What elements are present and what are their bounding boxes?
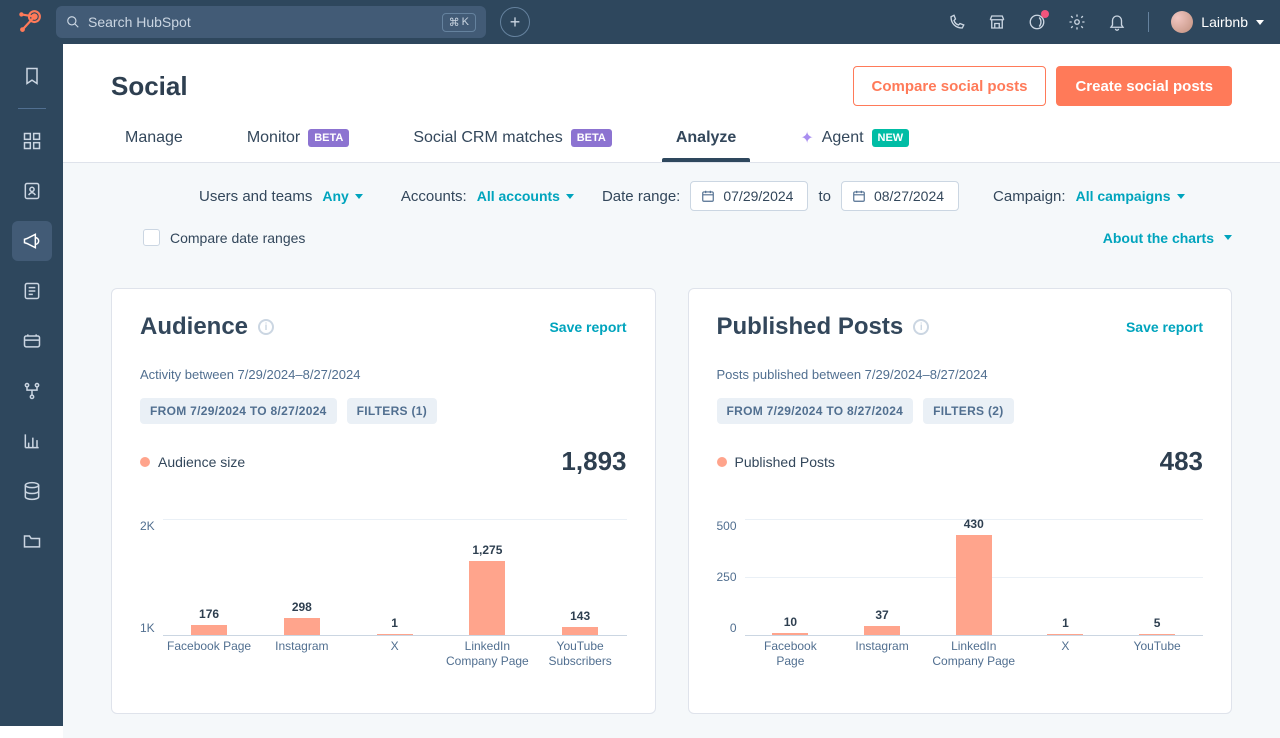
calendar-icon <box>701 189 715 203</box>
chart-bar[interactable]: 10 <box>772 633 808 635</box>
page-title: Social <box>111 71 188 102</box>
nav-separator <box>18 108 46 109</box>
published-total: 483 <box>1160 446 1203 477</box>
card-audience: Audience i Save report Activity between … <box>111 288 656 714</box>
beta-badge: BETA <box>308 129 349 147</box>
tabs: Manage MonitorBETA Social CRM matchesBET… <box>63 106 1280 163</box>
date-from-input[interactable]: 07/29/2024 <box>690 181 808 211</box>
copilot-icon[interactable] <box>1028 13 1046 31</box>
account-menu[interactable]: Lairbnb <box>1171 11 1264 33</box>
card-published: Published Posts i Save report Posts publ… <box>688 288 1233 714</box>
compare-date-ranges[interactable]: Compare date ranges <box>143 229 305 246</box>
chevron-down-icon <box>566 194 574 199</box>
card-title: Audience <box>140 313 248 341</box>
notification-dot-icon <box>1041 10 1049 18</box>
nav-marketing[interactable] <box>12 221 52 261</box>
chart-bar[interactable]: 5 <box>1139 634 1175 635</box>
nav-crm[interactable] <box>12 171 52 211</box>
chevron-down-icon <box>1177 194 1185 199</box>
chart-bar[interactable]: 430 <box>956 535 992 635</box>
legend-dot-icon <box>140 457 150 467</box>
tab-analyze[interactable]: Analyze <box>662 129 750 161</box>
chart-bar[interactable]: 176 <box>191 625 227 635</box>
compare-posts-button[interactable]: Compare social posts <box>853 66 1047 106</box>
beta-badge: BETA <box>571 129 612 147</box>
hubspot-logo[interactable] <box>16 9 42 35</box>
chevron-down-icon <box>1256 20 1264 25</box>
sparkle-icon: ✦ <box>800 128 813 148</box>
search-shortcut: ⌘ K <box>442 13 476 32</box>
nav-data[interactable] <box>12 471 52 511</box>
tab-agent[interactable]: ✦ Agent NEW <box>786 128 923 162</box>
main: Social Compare social posts Create socia… <box>63 44 1280 726</box>
legend-dot-icon <box>717 457 727 467</box>
nav-commerce[interactable] <box>12 321 52 361</box>
chart-bar[interactable]: 143 <box>562 627 598 635</box>
chart-bar[interactable]: 37 <box>864 626 900 635</box>
legend-label: Published Posts <box>735 454 835 470</box>
card-subtitle: Activity between 7/29/2024–8/27/2024 <box>140 367 627 382</box>
avatar <box>1171 11 1193 33</box>
topnav-divider <box>1148 12 1149 32</box>
card-subtitle: Posts published between 7/29/2024–8/27/2… <box>717 367 1204 382</box>
page-header: Social Compare social posts Create socia… <box>63 44 1280 106</box>
filter-bar-row2: Compare date ranges About the charts <box>63 229 1280 264</box>
settings-icon[interactable] <box>1068 13 1086 31</box>
create-button[interactable]: + <box>500 7 530 37</box>
filter-campaign[interactable]: Campaign: All campaigns <box>993 188 1184 205</box>
global-search[interactable]: Search HubSpot ⌘ K <box>56 6 486 38</box>
account-name: Lairbnb <box>1201 14 1248 30</box>
tab-social-crm[interactable]: Social CRM matchesBETA <box>399 129 626 161</box>
chevron-down-icon <box>1224 235 1232 240</box>
filter-users-teams[interactable]: Users and teams Any <box>199 188 363 205</box>
published-chart: 5002500103743015Facebook PageInstagramLi… <box>717 519 1204 689</box>
create-posts-button[interactable]: Create social posts <box>1056 66 1232 106</box>
filter-bar: Users and teams Any Accounts: All accoun… <box>63 163 1280 229</box>
audience-chart: 2K1K17629811,275143Facebook PageInstagra… <box>140 519 627 689</box>
about-charts-link[interactable]: About the charts <box>1103 230 1232 246</box>
chevron-down-icon <box>355 194 363 199</box>
chart-bar[interactable]: 1 <box>1047 634 1083 635</box>
calendar-icon <box>852 189 866 203</box>
chart-bar[interactable]: 298 <box>284 618 320 635</box>
save-report-link[interactable]: Save report <box>1126 319 1203 335</box>
leftnav <box>0 44 63 726</box>
chip-date-range[interactable]: FROM 7/29/2024 TO 8/27/2024 <box>140 398 337 424</box>
date-to-input[interactable]: 08/27/2024 <box>841 181 959 211</box>
tab-manage[interactable]: Manage <box>111 129 197 161</box>
notifications-icon[interactable] <box>1108 13 1126 31</box>
nav-library[interactable] <box>12 521 52 561</box>
nav-automation[interactable] <box>12 371 52 411</box>
info-icon[interactable]: i <box>913 319 929 335</box>
nav-reporting[interactable] <box>12 421 52 461</box>
topnav-right: Lairbnb <box>948 11 1264 33</box>
search-icon <box>66 15 80 29</box>
marketplace-icon[interactable] <box>988 13 1006 31</box>
chip-filters[interactable]: FILTERS (2) <box>923 398 1013 424</box>
nav-content[interactable] <box>12 271 52 311</box>
topnav: Search HubSpot ⌘ K + Lairbnb <box>0 0 1280 44</box>
phone-icon[interactable] <box>948 13 966 31</box>
save-report-link[interactable]: Save report <box>549 319 626 335</box>
compare-checkbox[interactable] <box>143 229 160 246</box>
info-icon[interactable]: i <box>258 319 274 335</box>
filter-date-range: Date range: 07/29/2024 to 08/27/2024 <box>602 181 959 211</box>
card-title: Published Posts <box>717 313 904 341</box>
tab-monitor[interactable]: MonitorBETA <box>233 129 364 161</box>
audience-total: 1,893 <box>561 446 626 477</box>
chart-bar[interactable]: 1,275 <box>469 561 505 635</box>
chip-date-range[interactable]: FROM 7/29/2024 TO 8/27/2024 <box>717 398 914 424</box>
cards-row: Audience i Save report Activity between … <box>63 264 1280 738</box>
chart-bar[interactable]: 1 <box>377 634 413 635</box>
legend-label: Audience size <box>158 454 245 470</box>
search-placeholder: Search HubSpot <box>88 14 191 30</box>
header-actions: Compare social posts Create social posts <box>853 66 1232 106</box>
filter-accounts[interactable]: Accounts: All accounts <box>401 188 574 205</box>
nav-bookmarks[interactable] <box>12 56 52 96</box>
nav-apps[interactable] <box>12 121 52 161</box>
new-badge: NEW <box>872 129 910 147</box>
chip-filters[interactable]: FILTERS (1) <box>347 398 437 424</box>
